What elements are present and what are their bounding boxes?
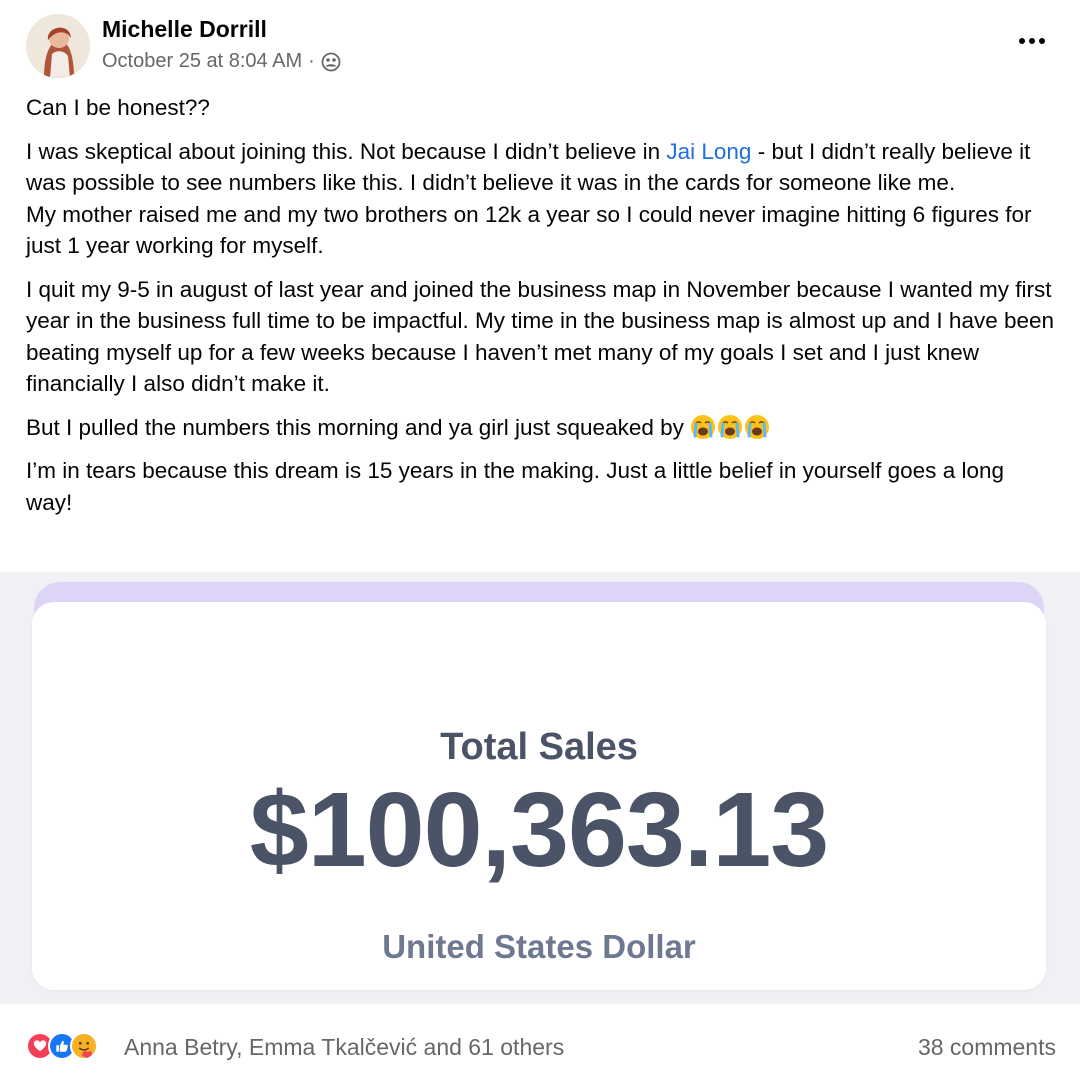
post-header: Michelle Dorrill October 25 at 8:04 AM · [0, 0, 1080, 90]
meta-separator: · [308, 50, 315, 72]
post-paragraph: I’m in tears because this dream is 15 ye… [26, 458, 1004, 515]
total-sales-card: Total Sales $100,363.13 United States Do… [32, 602, 1046, 990]
post-paragraph: I quit my 9-5 in august of last year and… [26, 276, 1055, 397]
author-name[interactable]: Michelle Dorrill [102, 16, 267, 43]
post-text: My mother raised me and my two brothers … [26, 201, 1032, 259]
post-text: But I pulled the numbers this morning an… [26, 414, 684, 440]
emoji-group [690, 414, 771, 440]
more-options-button[interactable] [1012, 26, 1052, 56]
post-footer: Anna Betry, Emma Tkalčević and 61 others… [0, 1004, 1080, 1080]
comments-count[interactable]: 38 comments [918, 1034, 1056, 1061]
post-text: I was skeptical about joining this. Not … [26, 138, 667, 164]
more-options-icon [1019, 38, 1045, 44]
loudly-crying-face-icon [690, 414, 716, 440]
total-sales-value: $100,363.13 [249, 771, 829, 889]
reaction-icons[interactable] [26, 1032, 98, 1060]
mention-link[interactable]: Jai Long [666, 139, 751, 164]
post-meta: October 25 at 8:04 AM · [102, 50, 341, 73]
loudly-crying-face-icon [744, 414, 770, 440]
post-timestamp[interactable]: October 25 at 8:04 AM [102, 50, 302, 73]
currency-label: United States Dollar [382, 928, 696, 965]
post-body: Can I be honest?? I was skeptical about … [26, 92, 1056, 530]
reaction-names[interactable]: Anna Betry, Emma Tkalčević and 61 others [124, 1034, 564, 1061]
loudly-crying-face-icon [717, 414, 743, 440]
post-paragraph: I was skeptical about joining this. Not … [26, 136, 1056, 262]
group-icon[interactable] [321, 52, 341, 72]
post-paragraph: But I pulled the numbers this morning an… [26, 412, 1056, 444]
post-image[interactable]: Total Sales $100,363.13 United States Do… [0, 572, 1080, 1004]
author-avatar[interactable] [26, 14, 90, 78]
post-paragraph: Can I be honest?? [26, 95, 210, 120]
care-icon [70, 1032, 98, 1060]
card-title: Total Sales [440, 726, 638, 768]
